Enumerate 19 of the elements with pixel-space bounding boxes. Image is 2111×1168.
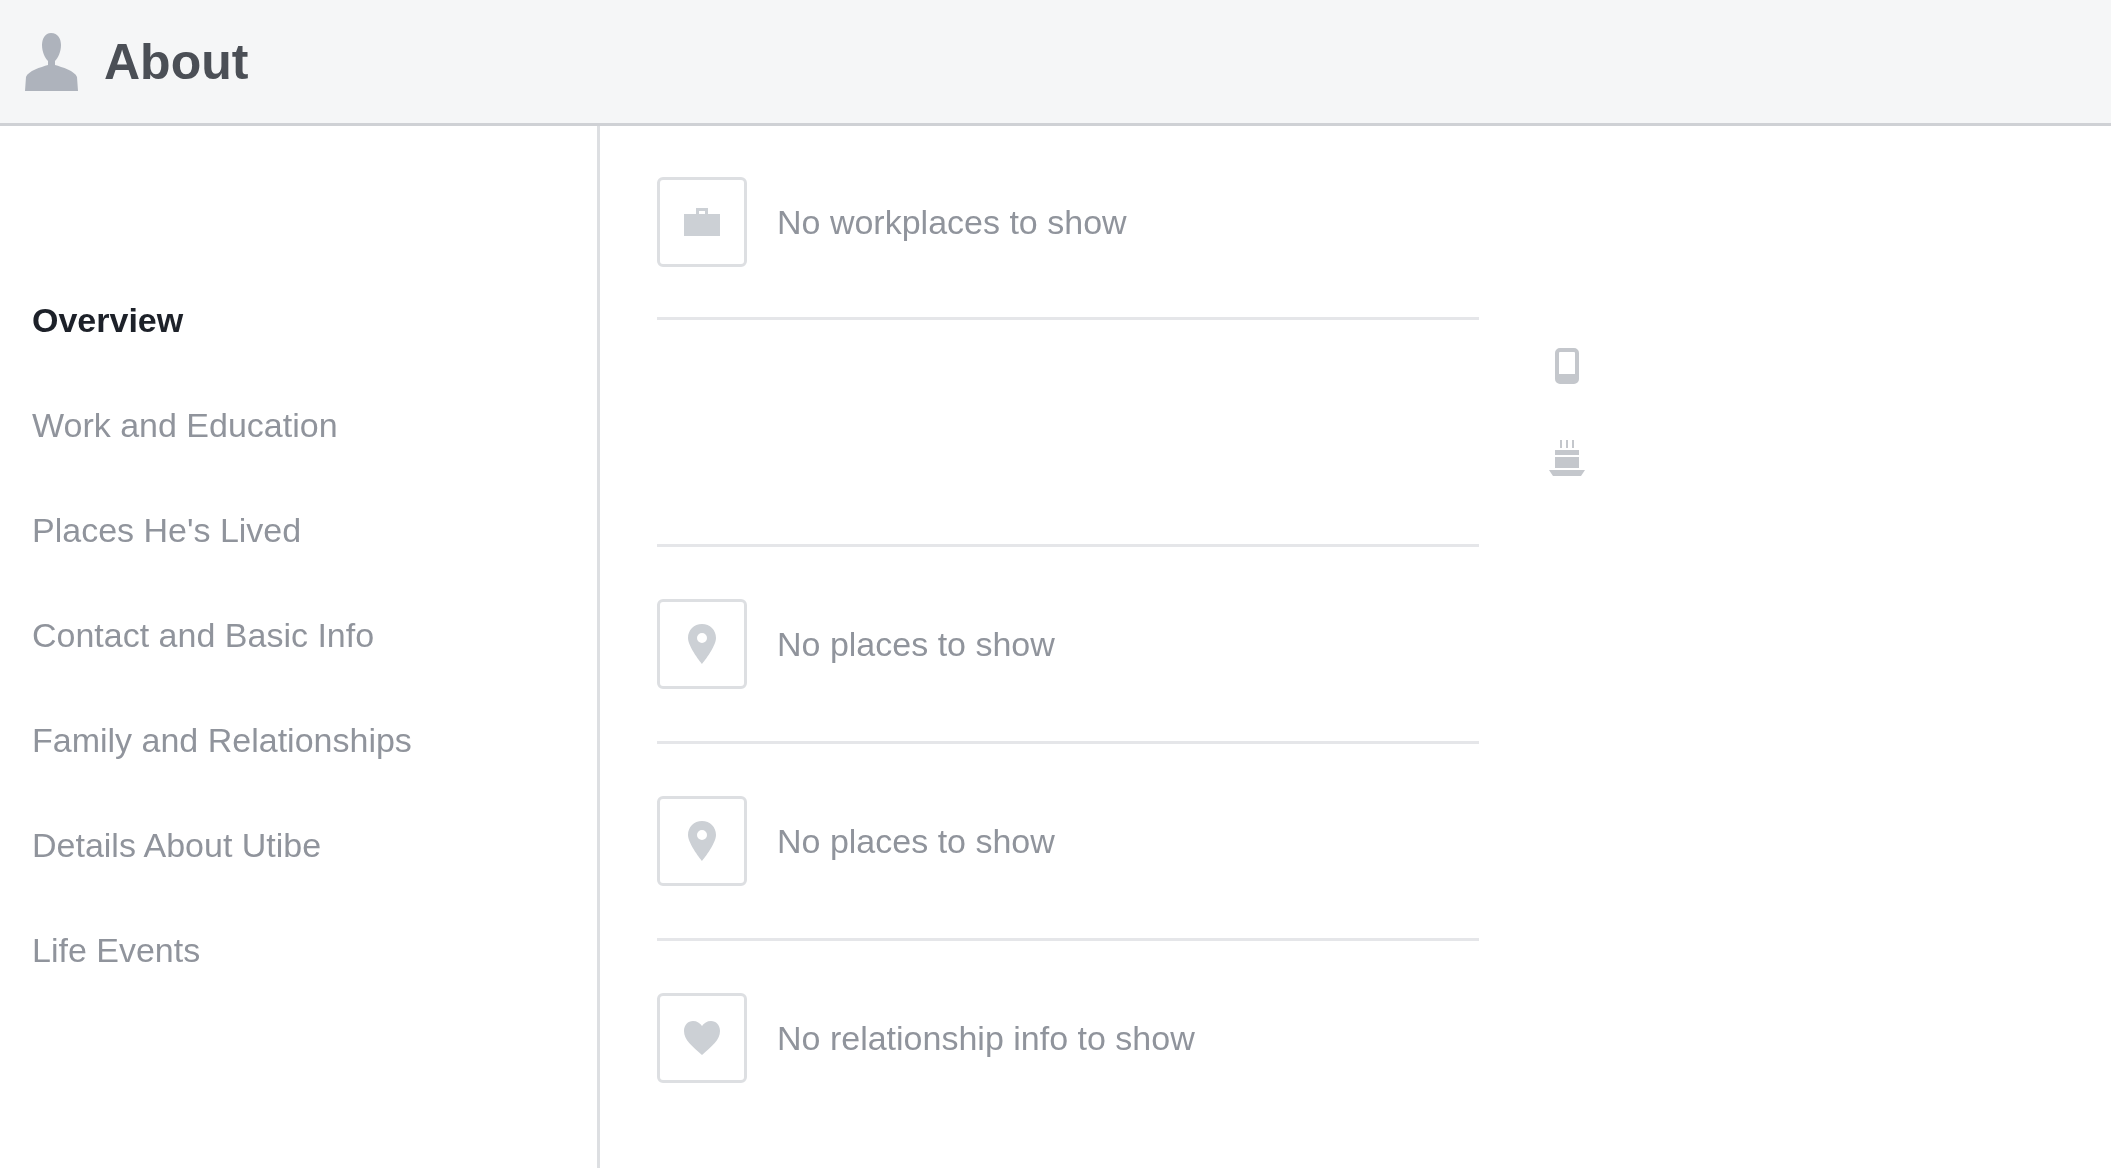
empty-message: No places to show [777, 623, 1055, 665]
sidebar-item[interactable]: Places He's Lived [32, 510, 302, 550]
page-title: About [104, 36, 249, 87]
sidebar-item[interactable]: Overview [32, 300, 184, 340]
heart-icon [684, 1021, 720, 1055]
phone-icon [1555, 348, 1579, 384]
cake-icon [1549, 438, 1585, 478]
empty-message: No places to show [777, 820, 1055, 862]
sidebar-item[interactable]: Contact and Basic Info [32, 615, 375, 655]
map-pin-icon [688, 821, 716, 861]
person-silhouette-icon [25, 32, 78, 91]
sidebar-item[interactable]: Details About Utibe [32, 825, 322, 865]
sidebar-item[interactable]: Life Events [32, 930, 201, 970]
sidebar-item[interactable]: Family and Relationships [32, 720, 412, 760]
empty-message: No workplaces to show [777, 201, 1127, 243]
briefcase-icon [684, 208, 720, 236]
sidebar-item[interactable]: Work and Education [32, 405, 338, 445]
map-pin-icon [688, 624, 716, 664]
empty-message: No relationship info to show [777, 1017, 1195, 1059]
